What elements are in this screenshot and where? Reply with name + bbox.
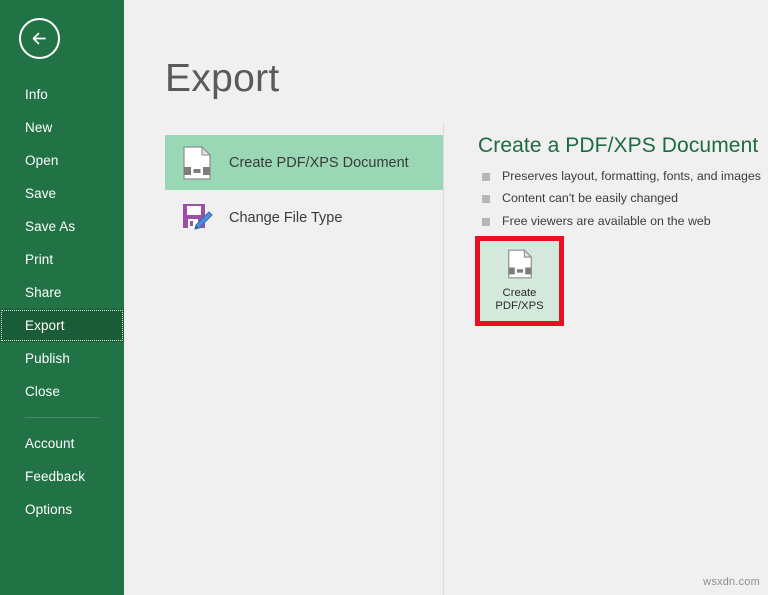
sidebar-item-label: New (25, 120, 52, 135)
sidebar-item-publish[interactable]: Publish (0, 342, 124, 375)
sidebar-item-label: Options (25, 502, 72, 517)
pdf-document-icon (507, 249, 533, 284)
pdf-document-icon (179, 143, 215, 183)
sidebar-item-open[interactable]: Open (0, 144, 124, 177)
sidebar-item-label: Account (25, 436, 74, 451)
sidebar-item-info[interactable]: Info (0, 78, 124, 111)
sidebar-item-label: Open (25, 153, 58, 168)
bullet-square-icon (482, 173, 490, 181)
sidebar-item-account[interactable]: Account (0, 427, 124, 460)
feature-item: Content can't be easily changed (478, 191, 768, 205)
create-pdf-xps-button[interactable]: Create PDF/XPS (480, 241, 559, 321)
option-label: Create PDF/XPS Document (229, 155, 409, 171)
sidebar-item-print[interactable]: Print (0, 243, 124, 276)
bullet-square-icon (482, 195, 490, 203)
main-content-area: Export Create PDF/XPS Document (124, 0, 768, 595)
option-create-pdf-xps-document[interactable]: Create PDF/XPS Document (165, 135, 443, 190)
feature-text: Free viewers are available on the web (502, 214, 711, 228)
create-pdf-xps-button-label-line2: PDF/XPS (495, 300, 543, 313)
back-button[interactable] (19, 18, 60, 59)
export-options-list: Create PDF/XPS Document Change File Type (165, 135, 443, 245)
sidebar-item-export[interactable]: Export (0, 309, 124, 342)
red-highlight-annotation: Create PDF/XPS (475, 236, 564, 326)
floppy-disk-pencil-icon (179, 198, 215, 238)
sidebar-item-save-as[interactable]: Save As (0, 210, 124, 243)
sidebar-item-options[interactable]: Options (0, 493, 124, 526)
sidebar-item-label: Save As (25, 219, 75, 234)
backstage-nav-list: Info New Open Save Save As Print Share E… (0, 78, 124, 526)
sidebar-item-save[interactable]: Save (0, 177, 124, 210)
sidebar-item-label: Print (25, 252, 53, 267)
feature-text: Content can't be easily changed (502, 191, 678, 205)
create-pdf-xps-button-label-line1: Create (503, 287, 537, 300)
sidebar-item-feedback[interactable]: Feedback (0, 460, 124, 493)
detail-panel: Create a PDF/XPS Document Preserves layo… (478, 135, 768, 236)
feature-text: Preserves layout, formatting, fonts, and… (502, 169, 761, 183)
sidebar-item-label: Share (25, 285, 62, 300)
content-divider (443, 122, 444, 595)
sidebar-item-label: Feedback (25, 469, 85, 484)
sidebar-item-label: Close (25, 384, 60, 399)
sidebar-divider (25, 417, 99, 418)
detail-heading: Create a PDF/XPS Document (478, 135, 768, 156)
bullet-square-icon (482, 218, 490, 226)
sidebar-item-label: Export (25, 318, 65, 333)
sidebar-item-label: Save (25, 186, 56, 201)
back-arrow-icon (21, 20, 58, 57)
page-title: Export (165, 59, 280, 98)
feature-list: Preserves layout, formatting, fonts, and… (478, 169, 768, 228)
sidebar-item-share[interactable]: Share (0, 276, 124, 309)
backstage-sidebar: Info New Open Save Save As Print Share E… (0, 0, 124, 595)
option-label: Change File Type (229, 210, 342, 226)
option-change-file-type[interactable]: Change File Type (165, 190, 443, 245)
sidebar-item-close[interactable]: Close (0, 375, 124, 408)
feature-item: Free viewers are available on the web (478, 214, 768, 228)
feature-item: Preserves layout, formatting, fonts, and… (478, 169, 768, 183)
sidebar-item-label: Info (25, 87, 48, 102)
sidebar-item-new[interactable]: New (0, 111, 124, 144)
sidebar-item-label: Publish (25, 351, 70, 366)
watermark: wsxdn.com (703, 576, 760, 588)
